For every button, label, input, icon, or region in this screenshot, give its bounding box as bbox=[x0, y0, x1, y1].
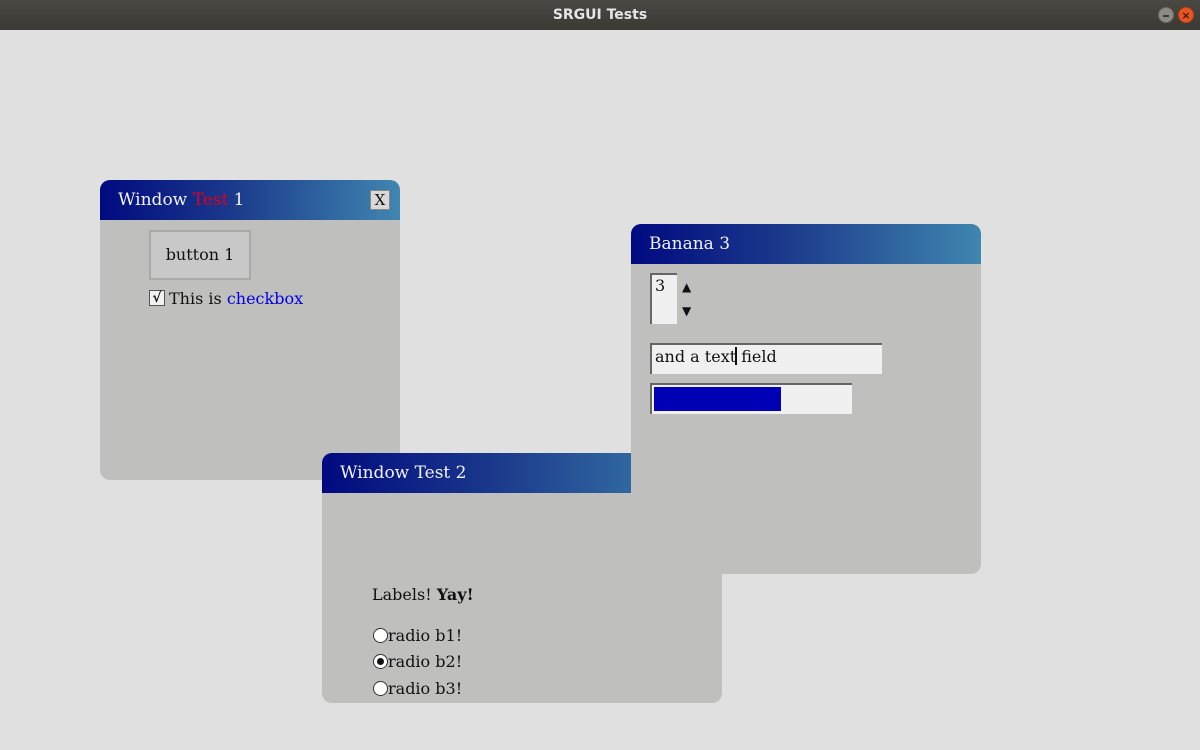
label-plain: Labels! bbox=[372, 585, 437, 604]
minimize-button[interactable] bbox=[1158, 7, 1174, 23]
app-title: SRGUI Tests bbox=[552, 7, 648, 23]
checkbox-label-b: checkbox bbox=[226, 289, 304, 308]
text-after-caret: field bbox=[736, 347, 777, 366]
close-app-button[interactable]: × bbox=[1178, 7, 1194, 23]
labels-text: Labels! Yay! bbox=[372, 585, 474, 604]
progress-fill bbox=[654, 387, 781, 411]
app-titlebar: SRGUI Tests × bbox=[0, 0, 1200, 30]
window-1-titlebar[interactable]: Window Test 1 bbox=[100, 180, 400, 220]
window-1-close-button[interactable]: X bbox=[370, 190, 390, 210]
checkbox[interactable]: √ bbox=[149, 290, 165, 306]
radio-b1[interactable]: radio b1! bbox=[373, 626, 462, 646]
radio-b2[interactable]: radio b2! bbox=[373, 652, 462, 672]
window-3-title: Banana 3 bbox=[649, 234, 731, 254]
window-3-titlebar[interactable]: Banana 3 bbox=[631, 224, 981, 264]
spinner-input[interactable]: 3 bbox=[650, 273, 677, 324]
window-2-title: Window Test 2 bbox=[340, 463, 467, 483]
label-bold: Yay! bbox=[436, 585, 474, 604]
text-before-caret: and a text bbox=[655, 347, 737, 366]
radio-b3-label: radio b3! bbox=[388, 679, 463, 698]
window-1-title-part-b: Test bbox=[192, 190, 229, 210]
window-banana-3[interactable]: Banana 3 3 ▲ ▼ and a text field bbox=[631, 224, 981, 574]
radio-b3[interactable]: radio b3! bbox=[373, 679, 462, 699]
window-1-title-part-a: Window bbox=[118, 190, 193, 210]
window-test-1[interactable]: Window Test 1 X button 1 √ This is checkb… bbox=[100, 180, 400, 480]
radio-b2-circle[interactable] bbox=[373, 653, 388, 669]
checkbox-row[interactable]: √ This is checkbox bbox=[149, 289, 303, 309]
radio-b1-circle[interactable] bbox=[373, 627, 388, 643]
button-1[interactable]: button 1 bbox=[149, 230, 251, 280]
progress-bar bbox=[650, 383, 852, 414]
checkbox-label-a: This is bbox=[169, 289, 227, 308]
spinner-down-icon[interactable]: ▼ bbox=[682, 304, 691, 318]
radio-b3-circle[interactable] bbox=[373, 680, 388, 696]
window-1-title-part-c: 1 bbox=[228, 190, 245, 210]
radio-b2-label: radio b2! bbox=[388, 652, 463, 671]
text-field[interactable]: and a text field bbox=[650, 343, 882, 374]
spinner-up-icon[interactable]: ▲ bbox=[682, 280, 691, 294]
radio-b1-label: radio b1! bbox=[388, 626, 463, 645]
